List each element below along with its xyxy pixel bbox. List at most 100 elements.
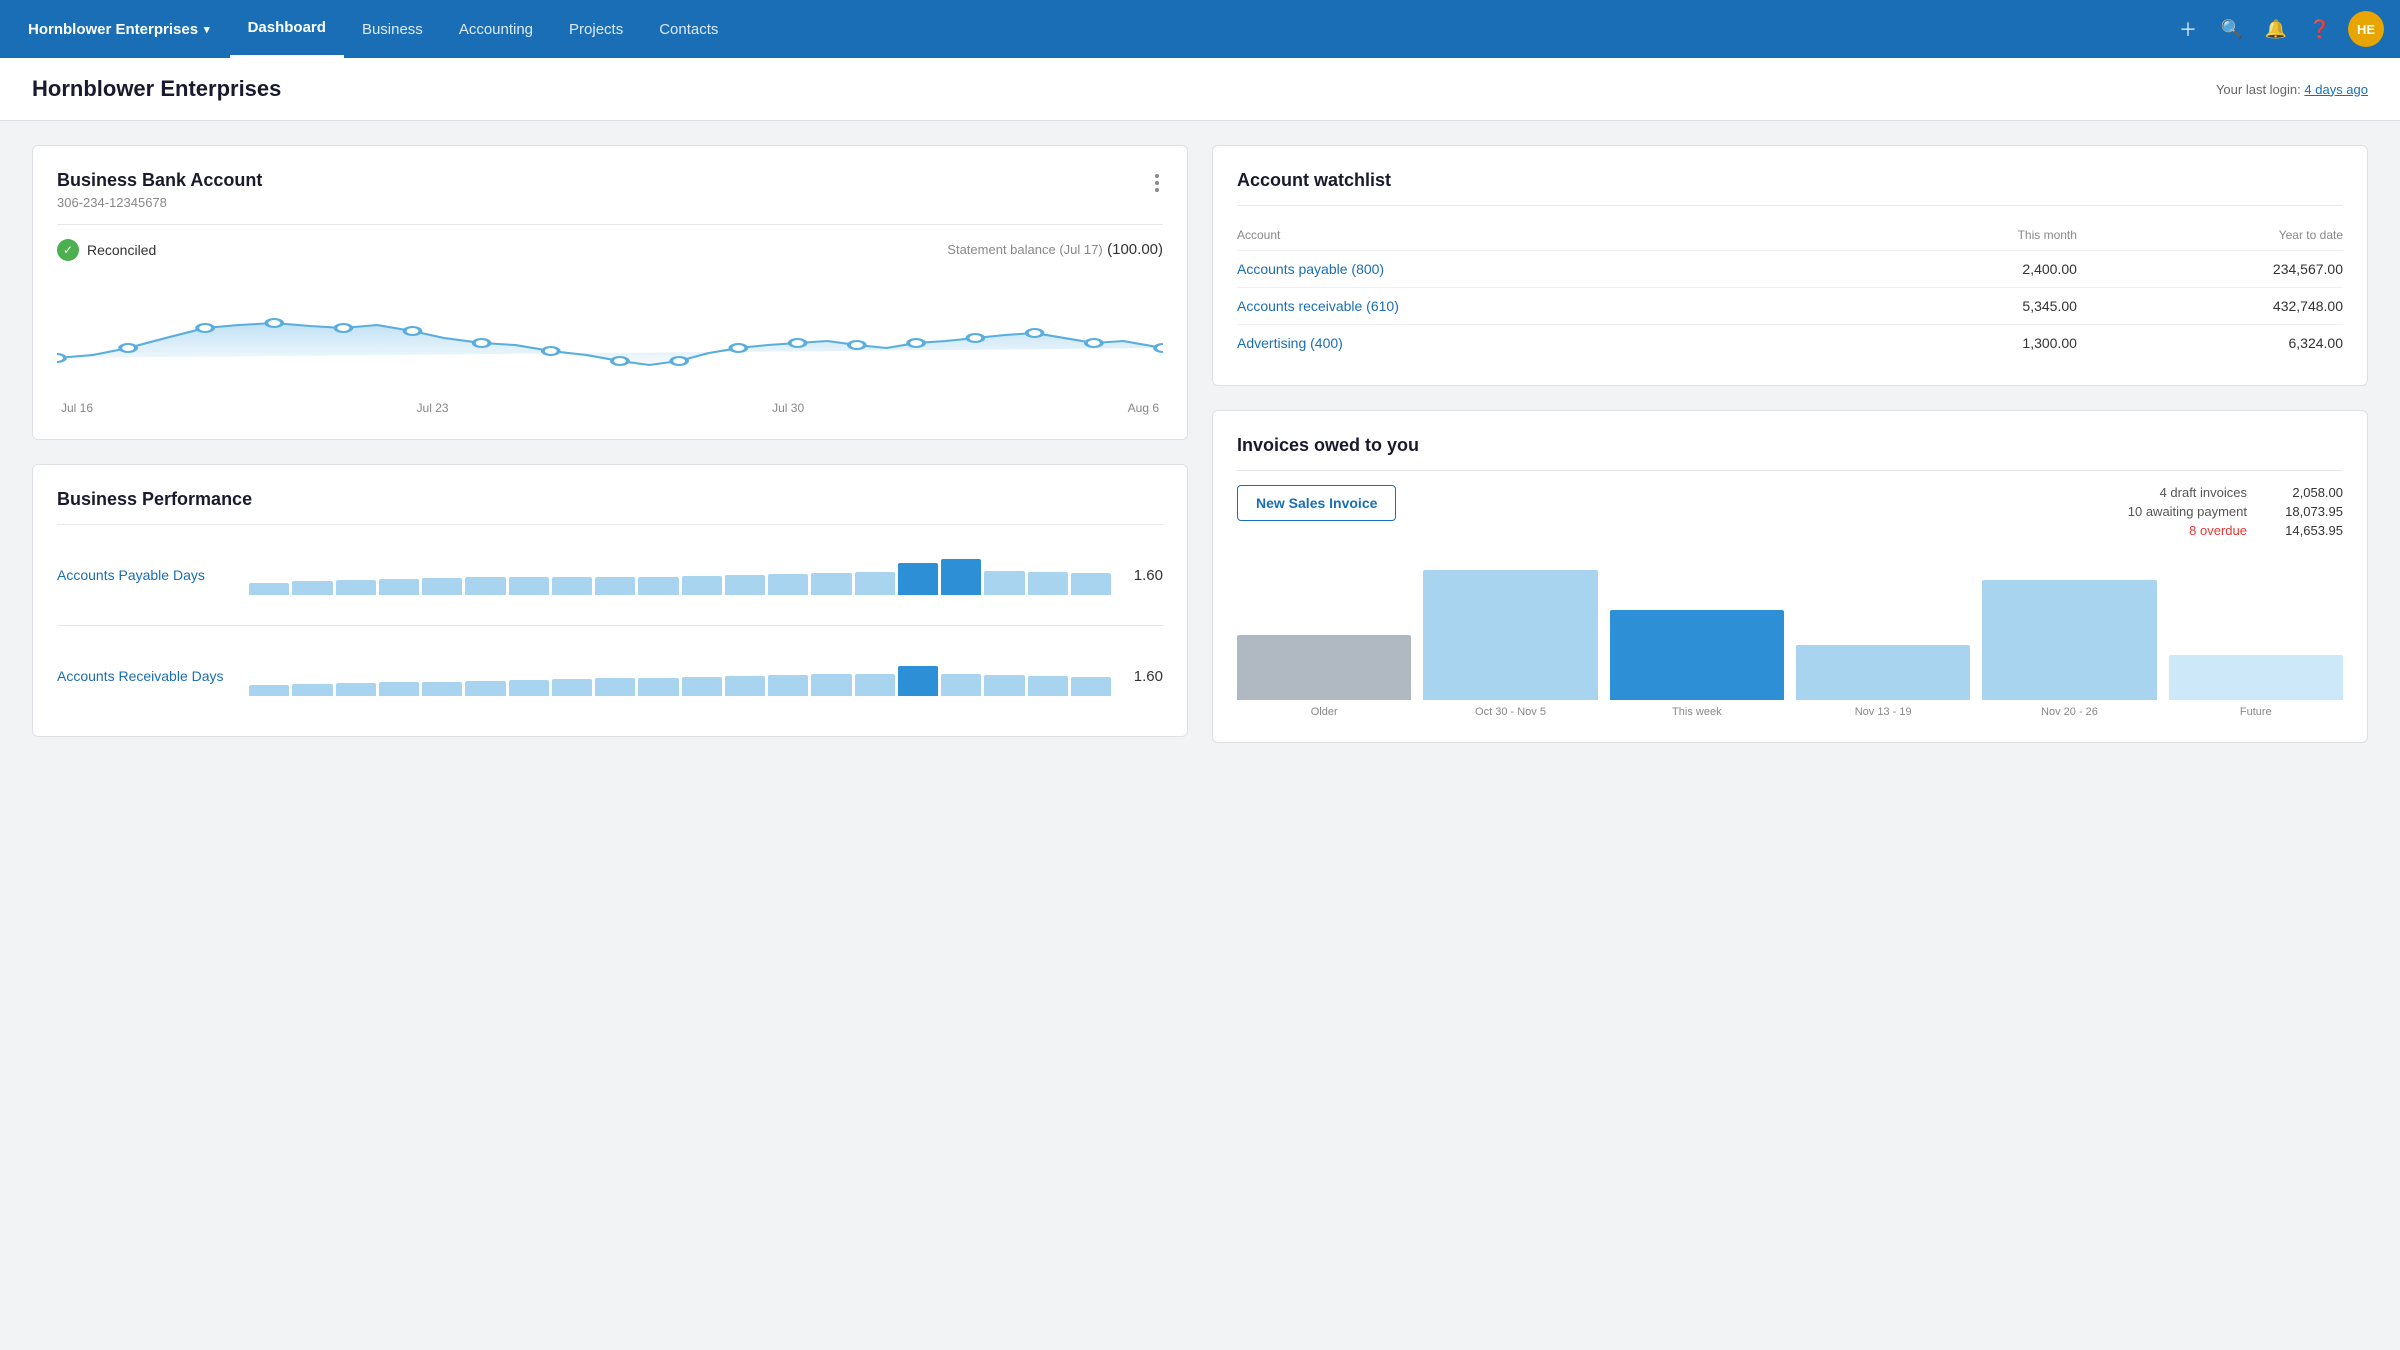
- chart-label-2: Jul 30: [772, 401, 804, 415]
- nav-contacts[interactable]: Contacts: [641, 0, 736, 58]
- bar-group-2: This week: [1610, 610, 1784, 718]
- bank-account-title: Business Bank Account: [57, 170, 262, 191]
- more-options-button[interactable]: [1151, 170, 1163, 196]
- page-title: Hornblower Enterprises: [32, 76, 281, 102]
- perf-label-1[interactable]: Accounts Receivable Days: [57, 668, 237, 684]
- help-button[interactable]: ❓: [2300, 9, 2340, 49]
- notifications-button[interactable]: 🔔: [2256, 9, 2296, 49]
- invoice-stats: 4 draft invoices 2,058.00 10 awaiting pa…: [2128, 485, 2343, 542]
- top-nav: Hornblower Enterprises ▾ Dashboard Busin…: [0, 0, 2400, 58]
- search-button[interactable]: 🔍: [2212, 9, 2252, 49]
- watchlist-row: Accounts receivable (610) 5,345.00 432,7…: [1237, 288, 2343, 325]
- brand-label: Hornblower Enterprises: [28, 21, 198, 38]
- performance-title: Business Performance: [57, 489, 1163, 510]
- bar-group-3: Nov 13 - 19: [1796, 645, 1970, 718]
- bar-label-1: Oct 30 - Nov 5: [1475, 706, 1546, 718]
- user-avatar[interactable]: HE: [2348, 11, 2384, 47]
- chart-label-3: Aug 6: [1128, 401, 1159, 415]
- nav-accounting[interactable]: Accounting: [441, 0, 551, 58]
- invoice-stat-row-2: 8 overdue 14,653.95: [2128, 523, 2343, 538]
- nav-right: ＋ 🔍 🔔 ❓ HE: [2168, 9, 2384, 49]
- watchlist-account-2[interactable]: Advertising (400): [1237, 325, 1852, 362]
- main-content: Business Bank Account 306-234-12345678 ✓…: [0, 121, 2400, 767]
- watchlist-row: Accounts payable (800) 2,400.00 234,567.…: [1237, 251, 2343, 288]
- bar-label-4: Nov 20 - 26: [2041, 706, 2098, 718]
- invoices-title: Invoices owed to you: [1237, 435, 2343, 456]
- perf-row-0: Accounts Payable Days: [57, 539, 1163, 611]
- nav-links: Dashboard Business Accounting Projects C…: [230, 0, 737, 58]
- watchlist-col-account: Account: [1237, 220, 1852, 251]
- stat-value-2: 14,653.95: [2263, 523, 2343, 538]
- watchlist-card: Account watchlist Account This month Yea…: [1212, 145, 2368, 386]
- stat-label-1: 10 awaiting payment: [2128, 504, 2247, 519]
- left-column: Business Bank Account 306-234-12345678 ✓…: [32, 145, 1188, 743]
- page-header: Hornblower Enterprises Your last login: …: [0, 58, 2400, 121]
- nav-brand[interactable]: Hornblower Enterprises ▾: [16, 21, 222, 38]
- watchlist-month-1: 5,345.00: [1852, 288, 2077, 325]
- bar-1: [1423, 570, 1597, 700]
- bar-4: [1982, 580, 2156, 700]
- bar-label-3: Nov 13 - 19: [1855, 706, 1912, 718]
- stat-value-0: 2,058.00: [2263, 485, 2343, 500]
- nav-dashboard[interactable]: Dashboard: [230, 0, 344, 58]
- stat-label-2: 8 overdue: [2189, 523, 2247, 538]
- invoice-stat-row-1: 10 awaiting payment 18,073.95: [2128, 504, 2343, 519]
- bar-2: [1610, 610, 1784, 700]
- reconciled-label: Reconciled: [87, 242, 156, 258]
- bar-group-1: Oct 30 - Nov 5: [1423, 570, 1597, 718]
- watchlist-col-ytd: Year to date: [2077, 220, 2343, 251]
- bar-group-4: Nov 20 - 26: [1982, 580, 2156, 718]
- perf-value-1: 1.60: [1123, 668, 1163, 685]
- perf-label-0[interactable]: Accounts Payable Days: [57, 567, 237, 583]
- watchlist-title: Account watchlist: [1237, 170, 2343, 191]
- add-button[interactable]: ＋: [2168, 9, 2208, 49]
- right-column: Account watchlist Account This month Yea…: [1212, 145, 2368, 743]
- watchlist-row: Advertising (400) 1,300.00 6,324.00: [1237, 325, 2343, 362]
- stat-label-0: 4 draft invoices: [2160, 485, 2247, 500]
- watchlist-account-1[interactable]: Accounts receivable (610): [1237, 288, 1852, 325]
- stat-value-1: 18,073.95: [2263, 504, 2343, 519]
- bar-label-2: This week: [1672, 706, 1722, 718]
- watchlist-ytd-0: 234,567.00: [2077, 251, 2343, 288]
- watchlist-ytd-1: 432,748.00: [2077, 288, 2343, 325]
- balance-amount: (100.00): [1107, 241, 1163, 258]
- nav-projects[interactable]: Projects: [551, 0, 641, 58]
- reconciled-badge: ✓ Reconciled: [57, 239, 156, 261]
- chart-label-1: Jul 23: [417, 401, 449, 415]
- watchlist-table: Account This month Year to date Accounts…: [1237, 220, 2343, 361]
- balance-info: Statement balance (Jul 17) (100.00): [947, 241, 1163, 259]
- watchlist-month-0: 2,400.00: [1852, 251, 2077, 288]
- bank-account-card: Business Bank Account 306-234-12345678 ✓…: [32, 145, 1188, 440]
- bank-chart: [57, 273, 1163, 393]
- check-icon: ✓: [57, 239, 79, 261]
- last-login-label: Your last login:: [2216, 82, 2301, 97]
- nav-business[interactable]: Business: [344, 0, 441, 58]
- brand-caret-icon: ▾: [204, 23, 210, 36]
- perf-bars-1: [249, 656, 1111, 696]
- balance-label: Statement balance (Jul 17): [947, 242, 1102, 257]
- watchlist-col-month: This month: [1852, 220, 2077, 251]
- bar-5: [2169, 655, 2343, 700]
- chart-label-0: Jul 16: [61, 401, 93, 415]
- perf-bars-0: [249, 555, 1111, 595]
- bar-group-0: Older: [1237, 635, 1411, 718]
- bar-label-5: Future: [2240, 706, 2272, 718]
- new-sales-invoice-button[interactable]: New Sales Invoice: [1237, 485, 1396, 521]
- chart-labels: Jul 16 Jul 23 Jul 30 Aug 6: [57, 401, 1163, 415]
- bar-label-0: Older: [1311, 706, 1338, 718]
- watchlist-month-2: 1,300.00: [1852, 325, 2077, 362]
- perf-row-1: Accounts Receivable Days: [57, 640, 1163, 712]
- watchlist-ytd-2: 6,324.00: [2077, 325, 2343, 362]
- perf-value-0: 1.60: [1123, 567, 1163, 584]
- bank-account-number: 306-234-12345678: [57, 195, 262, 210]
- invoice-stat-row-0: 4 draft invoices 2,058.00: [2128, 485, 2343, 500]
- bar-group-5: Future: [2169, 655, 2343, 718]
- business-performance-card: Business Performance Accounts Payable Da…: [32, 464, 1188, 737]
- last-login-link[interactable]: 4 days ago: [2304, 82, 2368, 97]
- watchlist-account-0[interactable]: Accounts payable (800): [1237, 251, 1852, 288]
- invoices-card: Invoices owed to you New Sales Invoice 4…: [1212, 410, 2368, 743]
- bar-3: [1796, 645, 1970, 700]
- last-login: Your last login: 4 days ago: [2216, 82, 2368, 97]
- bar-0: [1237, 635, 1411, 700]
- invoices-header: New Sales Invoice 4 draft invoices 2,058…: [1237, 485, 2343, 542]
